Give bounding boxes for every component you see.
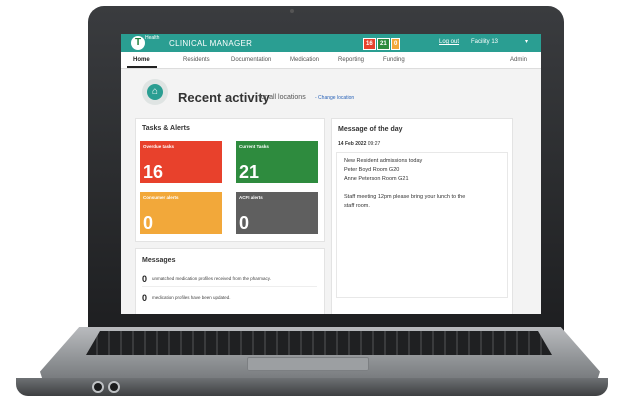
messages-card: Messages 0 unmatched medication profiles… — [135, 248, 325, 314]
motd-body: New Resident admissions today Peter Boyd… — [336, 152, 508, 298]
motd-line: New Resident admissions today — [344, 158, 423, 164]
change-location-link[interactable]: - Change location — [315, 95, 354, 101]
consumer-badge[interactable]: 0 — [391, 38, 401, 50]
facility-selector[interactable]: Facility 13 — [471, 39, 498, 45]
consumer-alerts-tile[interactable]: Consumer alerts 0 — [140, 192, 222, 234]
motd-date: 14 Feb 2022 — [338, 141, 367, 147]
tile-value: 0 — [143, 213, 154, 233]
tile-label: Current Tasks — [239, 144, 269, 149]
app-title: CLINICAL MANAGER — [169, 39, 253, 48]
tasks-alerts-title: Tasks & Alerts — [142, 125, 190, 132]
current-badge[interactable]: 21 — [377, 38, 390, 50]
chevron-down-icon[interactable]: ▾ — [525, 38, 528, 45]
page-subtitle: for all locations — [259, 94, 306, 101]
message-text: medication profiles have been updated. — [152, 295, 231, 300]
message-of-the-day-card: Message of the day 14 Feb 2022 09:27 New… — [331, 118, 513, 314]
laptop-screen: T Health CLINICAL MANAGER 16 21 0 Log ou… — [121, 34, 541, 314]
home-icon: ⌂ — [147, 84, 163, 100]
home-icon-wrapper: ⌂ — [142, 79, 168, 105]
touchpad — [247, 357, 369, 371]
tasks-alerts-card: Tasks & Alerts Overdue tasks 16 Current … — [135, 118, 325, 242]
tile-value: 16 — [143, 162, 164, 182]
motd-datetime: 14 Feb 2022 09:27 — [338, 141, 380, 147]
logo-superscript: Health — [145, 35, 160, 41]
motd-line: Staff meeting 12pm please bring your lun… — [344, 194, 466, 200]
message-text: unmatched medication profiles received f… — [152, 276, 271, 281]
message-row[interactable]: 0 medication profiles have been updated. — [142, 291, 317, 305]
tab-reporting[interactable]: Reporting — [338, 57, 364, 63]
current-tasks-tile[interactable]: Current Tasks 21 — [236, 141, 318, 183]
audio-port-icon — [94, 383, 102, 391]
message-count: 0 — [142, 274, 148, 284]
motd-line: Peter Boyd Room G20 — [344, 167, 400, 173]
tab-admin[interactable]: Admin — [510, 57, 527, 63]
motd-line: staff room. — [344, 203, 370, 209]
messages-title: Messages — [142, 257, 176, 264]
overdue-tasks-tile[interactable]: Overdue tasks 16 — [140, 141, 222, 183]
audio-port-icon — [110, 383, 118, 391]
tab-funding[interactable]: Funding — [383, 57, 405, 63]
tile-value: 21 — [239, 162, 260, 182]
active-tab-indicator — [127, 66, 157, 68]
tile-label: Overdue tasks — [143, 144, 175, 149]
webcam — [290, 9, 294, 13]
tab-medication[interactable]: Medication — [290, 57, 319, 63]
tab-home[interactable]: Home — [133, 57, 150, 63]
main-nav: Home Residents Documentation Medication … — [121, 52, 541, 69]
page-title: Recent activity — [178, 90, 270, 105]
tile-value: 0 — [239, 213, 250, 233]
overdue-badge[interactable]: 16 — [363, 38, 376, 50]
motd-line: Anne Peterson Room G21 — [344, 176, 409, 182]
logout-link[interactable]: Log out — [439, 39, 459, 45]
keyboard — [86, 331, 552, 355]
tab-documentation[interactable]: Documentation — [231, 57, 271, 63]
tab-residents[interactable]: Residents — [183, 57, 210, 63]
tile-label: Consumer alerts — [143, 195, 179, 200]
tile-label: ACFI alerts — [239, 195, 263, 200]
top-bar: T Health CLINICAL MANAGER 16 21 0 Log ou… — [121, 34, 541, 52]
motd-title: Message of the day — [338, 126, 403, 133]
message-count: 0 — [142, 293, 148, 303]
app-logo[interactable]: T — [131, 36, 145, 50]
acfi-alerts-tile[interactable]: ACFI alerts 0 — [236, 192, 318, 234]
laptop-front-edge — [16, 378, 608, 396]
motd-time: 09:27 — [367, 141, 381, 147]
message-row[interactable]: 0 unmatched medication profiles received… — [142, 272, 317, 287]
